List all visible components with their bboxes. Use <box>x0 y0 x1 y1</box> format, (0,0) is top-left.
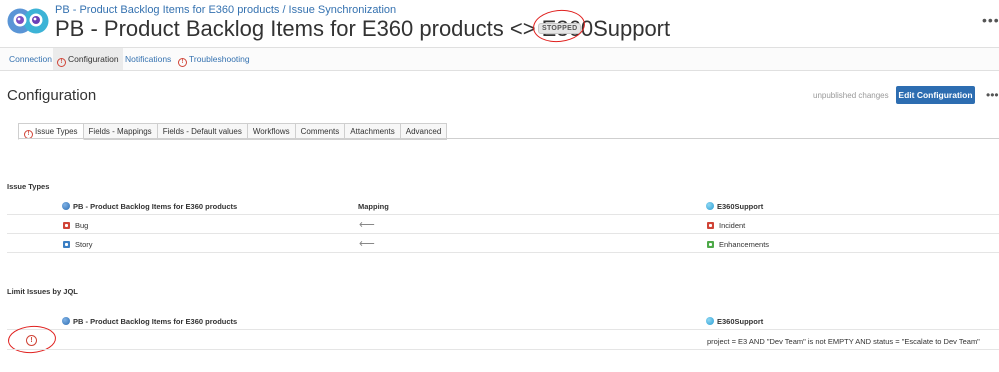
column-header-source: PB - Product Backlog Items for E360 prod… <box>62 202 237 211</box>
breadcrumb[interactable]: PB - Product Backlog Items for E360 prod… <box>55 4 396 16</box>
issue-type-label: Story <box>75 240 93 249</box>
more-horizontal-icon[interactable]: ••• <box>982 12 999 28</box>
column-header-source: PB - Product Backlog Items for E360 prod… <box>62 317 237 326</box>
app-logo <box>7 8 49 34</box>
story-icon <box>63 241 70 248</box>
tab-configuration[interactable]: ! Configuration <box>53 48 123 70</box>
table-row-target: Incident <box>707 221 745 230</box>
enhancement-icon <box>707 241 714 248</box>
column-header-target: E360Support <box>706 202 763 211</box>
subtab-label: Fields - Default values <box>162 127 242 136</box>
subtab-label: Advanced <box>405 127 442 136</box>
subtab-label: Fields - Mappings <box>88 127 152 136</box>
divider <box>7 349 999 350</box>
tab-label: Configuration <box>68 54 119 64</box>
section-heading: Configuration <box>7 87 97 104</box>
arrow-left-icon: ⟵ <box>359 219 375 231</box>
column-header-label: E360Support <box>717 317 764 326</box>
issue-type-label: Bug <box>75 221 89 230</box>
table-row-target: Enhancements <box>707 240 769 249</box>
section-title-issue-types: Issue Types <box>7 182 50 191</box>
main-tab-bar: Connection ! Configuration Notifications … <box>0 47 999 71</box>
tab-notifications[interactable]: Notifications <box>121 48 175 70</box>
project-icon <box>706 317 714 325</box>
column-header-target: E360Support <box>706 317 763 326</box>
project-icon <box>62 202 70 210</box>
config-sub-tabs: ! Issue Types Fields - Mappings Fields - … <box>18 123 448 140</box>
issue-type-label: Enhancements <box>719 240 770 249</box>
tab-connection[interactable]: Connection <box>5 48 56 70</box>
unpublished-status: unpublished changes <box>813 91 889 100</box>
divider <box>18 138 999 139</box>
tab-troubleshooting[interactable]: ! Troubleshooting <box>174 48 254 70</box>
subtab-label: Comments <box>300 127 340 136</box>
incident-icon <box>707 222 714 229</box>
subtab-label: Issue Types <box>35 127 78 136</box>
divider <box>7 214 999 215</box>
table-row-source: Bug <box>63 221 88 230</box>
column-header-label: PB - Product Backlog Items for E360 prod… <box>73 317 238 326</box>
tab-label: Notifications <box>125 54 172 64</box>
tab-label: Connection <box>9 54 53 64</box>
subtab-label: Workflows <box>252 127 290 136</box>
column-header-label: PB - Product Backlog Items for E360 prod… <box>73 202 238 211</box>
arrow-left-icon: ⟵ <box>359 238 375 250</box>
divider <box>7 329 999 330</box>
column-header-mapping: Mapping <box>358 202 389 211</box>
divider <box>7 252 999 253</box>
bug-icon <box>63 222 70 229</box>
table-row-source: Story <box>63 240 93 249</box>
issue-type-label: Incident <box>719 221 746 230</box>
error-icon: ! <box>57 58 66 67</box>
jql-query-value: project = E3 AND "Dev Team" is not EMPTY… <box>707 337 980 346</box>
project-icon <box>62 317 70 325</box>
tab-label: Troubleshooting <box>189 54 250 64</box>
column-header-label: E360Support <box>717 202 764 211</box>
more-horizontal-icon[interactable]: ••• <box>986 88 999 102</box>
subtab-label: Attachments <box>350 127 395 136</box>
error-icon: ! <box>178 58 187 67</box>
edit-configuration-button[interactable]: Edit Configuration <box>896 86 975 104</box>
divider <box>7 233 999 234</box>
section-title-jql: Limit Issues by JQL <box>7 287 78 296</box>
project-icon <box>706 202 714 210</box>
